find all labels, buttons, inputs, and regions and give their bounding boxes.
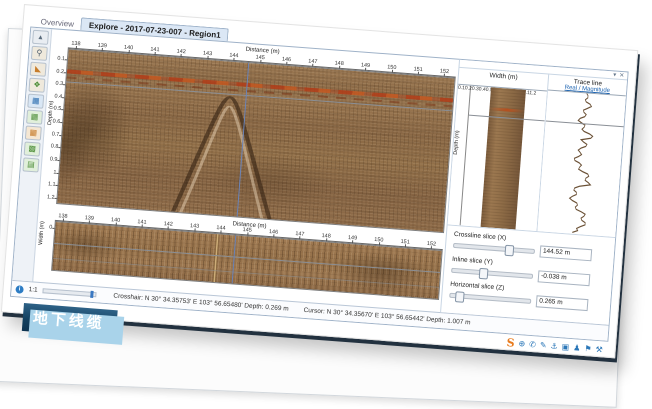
slider-thumb[interactable] [505,244,515,256]
zoom-slider-thumb[interactable] [90,291,94,298]
chevron-down-icon[interactable]: ▾ [613,71,617,78]
trace-line-panel[interactable]: Trace line Real / Magnitude [538,75,627,237]
slider-track-2[interactable] [449,292,531,303]
axis-label: Width (m) [38,215,46,245]
monitor-icon[interactable]: ▣ [561,342,569,353]
measure-icon[interactable]: ◣ [30,62,47,77]
scroll-up-icon[interactable]: ▴ [32,30,49,45]
trace-path [567,93,597,234]
slice-panels: Width (m) 0 Depth (m)0.10.20.30.40.50.60… [448,67,627,237]
slider-value-field[interactable]: -0.038 m [538,270,591,286]
slider-track-0[interactable] [453,242,535,253]
close-icon[interactable]: ✕ [619,72,625,79]
depth-view-icon[interactable]: ▦ [25,125,42,140]
slider-value-field[interactable]: 0.265 m [536,295,589,311]
secondary-slice-line [53,258,439,288]
panel-controls: ▾✕ [613,71,625,79]
trace-panel-body[interactable] [538,90,626,237]
crosshair-vertical-line[interactable] [232,235,237,283]
scene: OverviewExplore - 2017-07-23-007 - Regio… [0,0,652,409]
width-panel-body[interactable]: 0 Depth (m)0.10.20.30.40.50.60.70.80.911… [448,84,548,231]
slider-thumb[interactable] [478,267,488,279]
zoom-icon[interactable]: ⚲ [31,46,48,61]
user-icon[interactable]: ♟ [573,343,581,354]
width-slice-canvas[interactable] [461,86,548,231]
slider-track-1[interactable] [451,267,533,278]
screenshot-sheet: OverviewExplore - 2017-07-23-007 - Regio… [1,4,638,358]
workspace: ▴⚲◣❖▦▦▦▩▤ Distance (m)138139140141142143… [12,28,627,325]
radargram-canvas[interactable] [56,48,456,233]
marker-icon[interactable]: ❖ [28,78,45,93]
crossline-view-icon[interactable]: ▦ [27,94,44,109]
slider-thumb[interactable] [455,291,465,303]
slice-sliders-panel: Crossline slice (X)144.52 mInline slice … [441,224,615,324]
anchor-icon[interactable]: ⚓ [550,341,558,352]
phone-icon[interactable]: ✆ [529,340,536,350]
profile-view[interactable]: Distance (m)1381391401411421431441451461… [41,31,457,233]
caption-banner: 地下线缆 [22,303,118,338]
zoom-ratio: 1:1 [28,286,38,294]
axis-label: Distance (m) [245,47,279,56]
slider-value-field[interactable]: 144.52 m [539,245,592,261]
pencil-icon[interactable]: ✎ [540,341,547,351]
window-body: ▴⚲◣❖▦▦▦▩▤ Distance (m)138139140141142143… [10,27,629,342]
crossline-slice-panel[interactable]: Width (m) 0 Depth (m)0.10.20.30.40.50.60… [448,68,550,231]
layers-icon[interactable]: ▤ [22,157,39,172]
gpr-app-window: OverviewExplore - 2017-07-23-007 - Regio… [10,11,630,342]
right-panel-column: ▾✕ Width (m) 0 Depth (m)0.10.20.30.40.50… [440,60,627,325]
cable-linear-anomaly [212,234,219,282]
inline-view-icon[interactable]: ▦ [26,110,43,125]
inline-slice-line[interactable] [54,243,440,273]
center-column: Distance (m)1381391401411421431441451461… [33,29,459,312]
zoom-slider[interactable] [42,288,96,297]
globe-icon[interactable]: ⊕ [518,339,525,349]
trace-waveform [538,91,626,237]
hyperbola-reflection [57,49,454,232]
grid-view-icon[interactable]: ▩ [24,141,41,156]
info-icon[interactable]: i [15,285,24,294]
s-logo-icon[interactable]: S [506,338,515,349]
tools-icon[interactable]: ⚒ [595,345,603,356]
flag-icon[interactable]: ⚑ [584,344,592,355]
